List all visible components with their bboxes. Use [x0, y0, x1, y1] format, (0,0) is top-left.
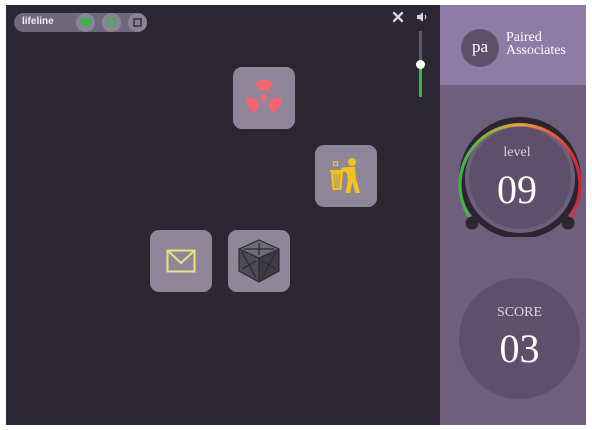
lifeline-green-square-button[interactable]: [102, 13, 121, 32]
trash-icon: [330, 158, 360, 193]
lifeline-bar: lifeline: [14, 13, 147, 32]
radiation-tile[interactable]: [233, 67, 295, 129]
game-board: lifeline: [6, 5, 440, 425]
score-label: SCORE: [496, 305, 543, 320]
square-icon-dark: [133, 18, 142, 27]
score-value: 03: [499, 326, 540, 371]
speaker-icon[interactable]: [416, 11, 428, 23]
mail-tile[interactable]: [150, 230, 212, 292]
heart-icon: [79, 17, 92, 28]
sidebar-panel: pa Paired Associates level 09 SCORE 03: [440, 5, 586, 425]
lifeline-label: lifeline: [22, 16, 54, 27]
logo-badge: pa: [461, 29, 499, 67]
volume-knob[interactable]: [416, 59, 425, 69]
trash-tile[interactable]: [315, 145, 377, 207]
level-value: 09: [497, 167, 537, 212]
logo-line-2: Associates: [506, 43, 566, 58]
level-label: level: [503, 145, 531, 160]
logo-title: Paired Associates: [506, 31, 566, 58]
volume-slider[interactable]: [416, 31, 425, 97]
close-icon[interactable]: [392, 11, 404, 23]
lifeline-dark-square-button[interactable]: [128, 13, 147, 32]
crate-icon: [238, 239, 280, 283]
square-icon-green: [107, 18, 116, 27]
gauge-left-knob: [465, 216, 479, 230]
score-display: SCORE 03: [459, 278, 580, 399]
crate-tile[interactable]: [228, 230, 290, 292]
mail-icon: [166, 249, 196, 273]
volume-fill: [419, 64, 422, 97]
lifeline-heart-button[interactable]: [76, 13, 95, 32]
gauge-right-knob: [561, 216, 575, 230]
radiation-icon: [245, 79, 283, 114]
logo-area: pa Paired Associates: [440, 5, 586, 85]
